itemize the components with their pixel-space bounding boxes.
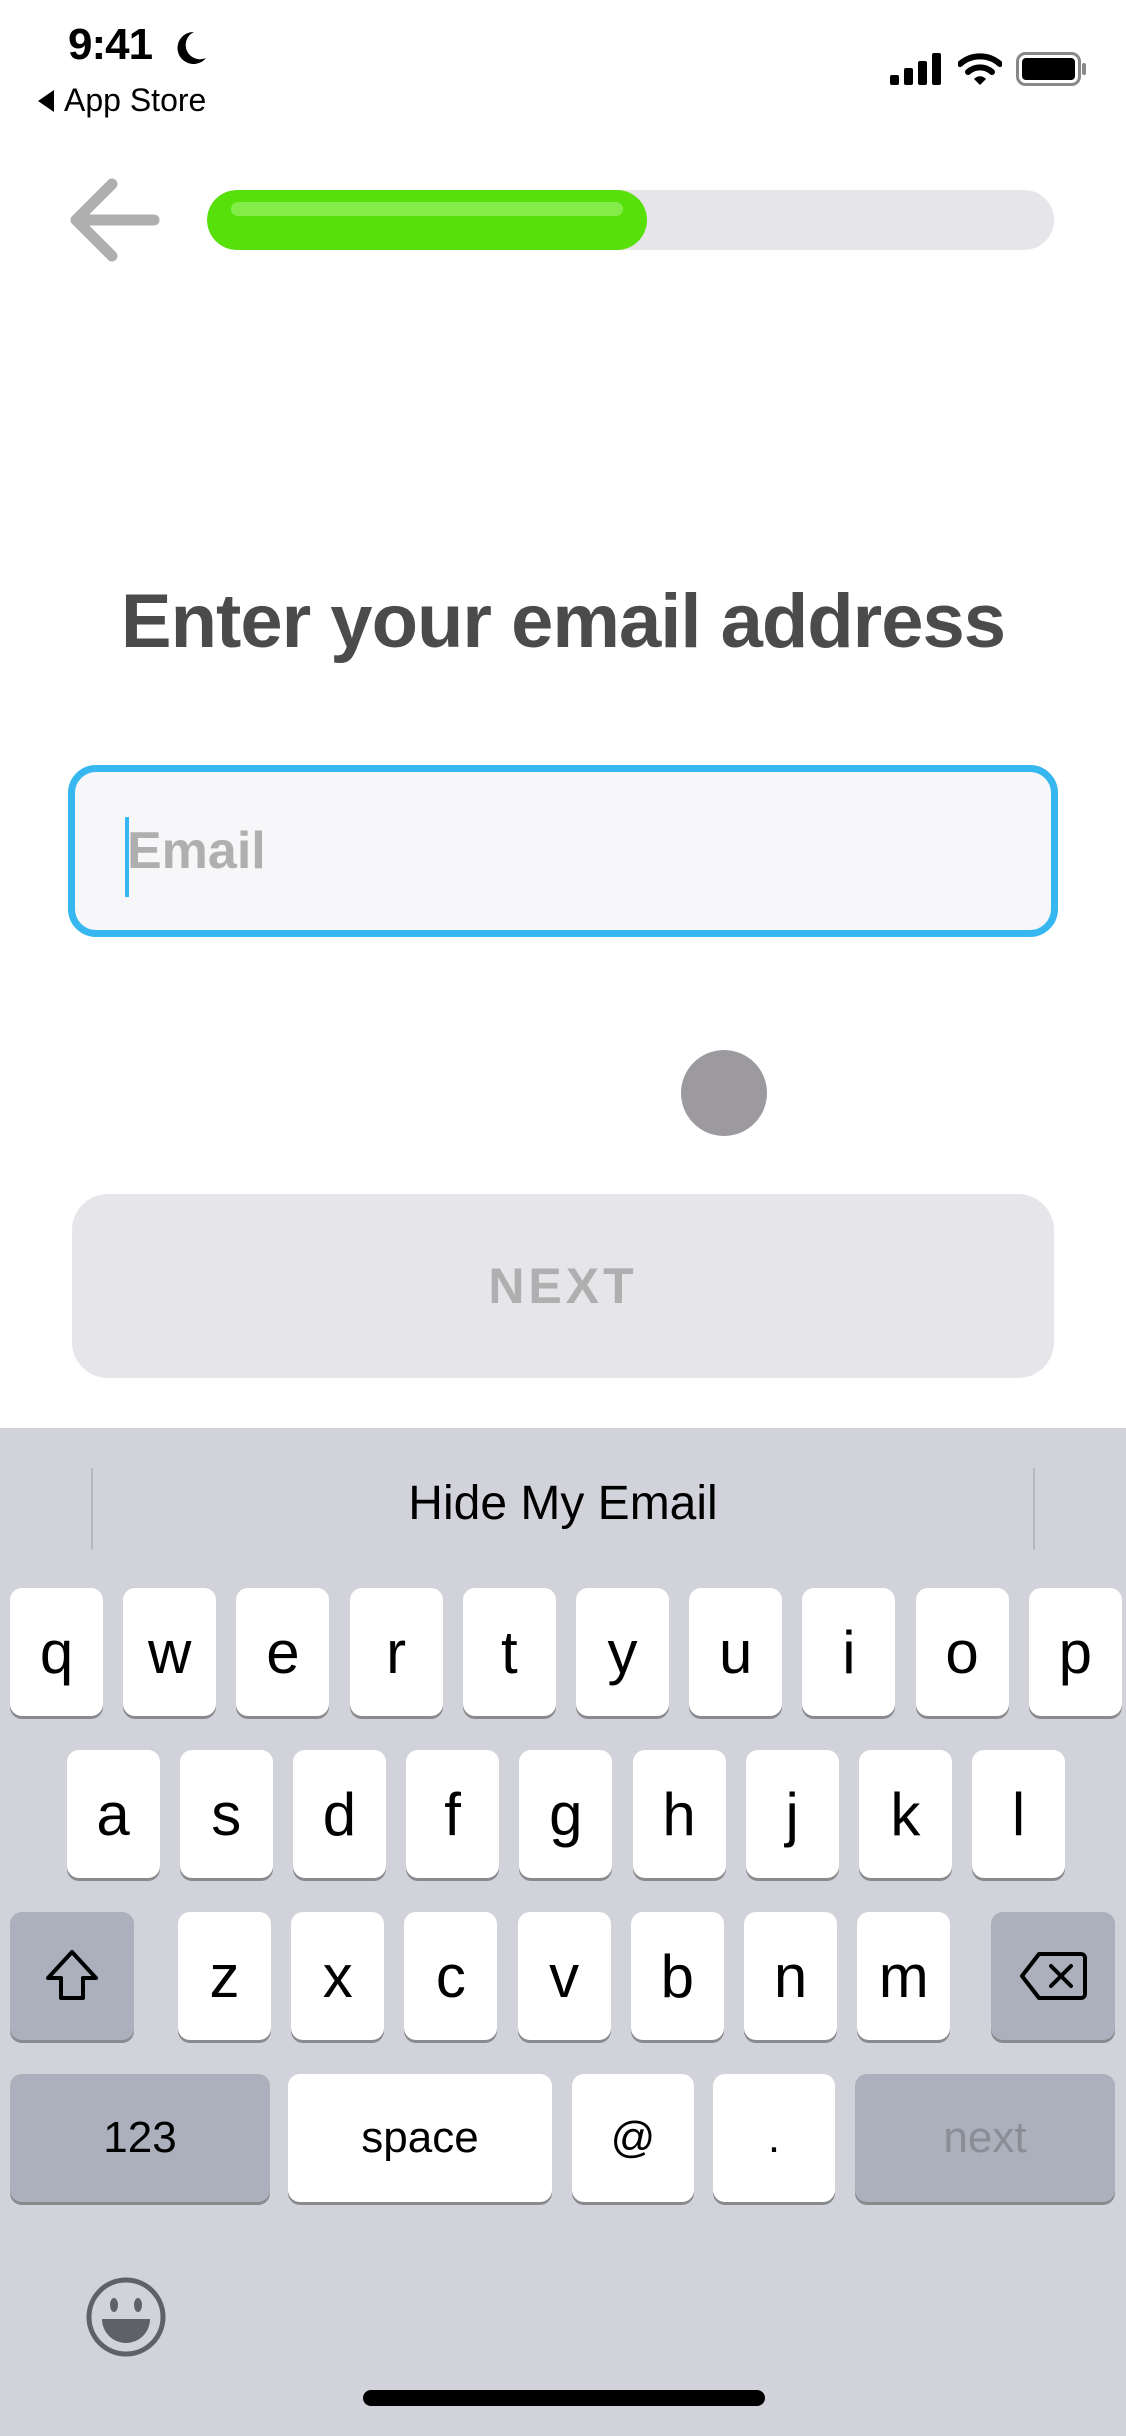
key-u[interactable]: u — [689, 1588, 783, 1716]
key-d[interactable]: d — [292, 1750, 386, 1878]
key-a[interactable]: a — [66, 1750, 160, 1878]
shift-icon — [46, 1950, 98, 2000]
key-m[interactable]: m — [857, 1912, 951, 2040]
moon-icon — [177, 31, 206, 64]
key-l[interactable]: l — [972, 1750, 1066, 1878]
suggestion-divider — [1033, 1468, 1035, 1550]
key-b[interactable]: b — [630, 1912, 724, 2040]
key-c[interactable]: c — [404, 1912, 498, 2040]
key-i[interactable]: i — [802, 1588, 896, 1716]
status-indicators — [890, 52, 1088, 86]
key-z[interactable]: z — [178, 1912, 271, 2040]
numbers-key[interactable]: 123 — [10, 2074, 270, 2202]
delete-backspace-icon — [1020, 1952, 1087, 2000]
key-h[interactable]: h — [632, 1750, 726, 1878]
key-f[interactable]: f — [406, 1750, 500, 1878]
home-indicator — [363, 2390, 765, 2406]
key-r[interactable]: r — [349, 1588, 443, 1716]
key-k[interactable]: k — [858, 1750, 952, 1878]
key-g[interactable]: g — [519, 1750, 613, 1878]
progress-fill — [207, 190, 647, 250]
key-x[interactable]: x — [291, 1912, 385, 2040]
key-y[interactable]: y — [576, 1588, 669, 1716]
emoji-smile-icon[interactable] — [84, 2275, 168, 2359]
return-next-key[interactable]: next — [855, 2074, 1115, 2202]
cellular-signal-icon — [890, 53, 941, 85]
key-o[interactable]: o — [915, 1588, 1009, 1716]
back-triangle-icon — [38, 89, 54, 112]
email-input[interactable] — [127, 772, 1027, 930]
page-title: Enter your email address — [120, 579, 1006, 664]
battery-icon — [1016, 52, 1086, 86]
key-q[interactable]: q — [10, 1588, 103, 1716]
key-p[interactable]: p — [1028, 1588, 1122, 1716]
status-time: 9:41 — [68, 20, 153, 69]
key-e[interactable]: e — [236, 1588, 330, 1716]
next-button[interactable]: NEXT — [72, 1194, 1054, 1378]
key-w[interactable]: w — [123, 1588, 217, 1716]
back-to-app-store[interactable]: App Store — [38, 82, 206, 119]
key-v[interactable]: v — [517, 1912, 611, 2040]
touch-indicator — [681, 1050, 767, 1136]
keyboard: Hide My Email qwertyuiop asdfghjkl zxcvbnm… — [0, 1428, 1126, 2436]
key-n[interactable]: n — [744, 1912, 837, 2040]
suggestion-bar: Hide My Email — [0, 1428, 1126, 1578]
email-field-container[interactable] — [68, 765, 1058, 937]
shift-key[interactable] — [10, 1912, 134, 2040]
progress-bar — [207, 190, 1054, 250]
dot-key[interactable]: . — [713, 2074, 835, 2202]
suggestion-hide-my-email[interactable]: Hide My Email — [0, 1476, 1126, 1531]
delete-key[interactable] — [991, 1912, 1115, 2040]
progress-shine — [231, 202, 623, 216]
wifi-icon — [958, 53, 1002, 85]
back-app-label: App Store — [64, 82, 207, 118]
key-s[interactable]: s — [179, 1750, 273, 1878]
at-key[interactable]: @ — [572, 2074, 694, 2202]
key-j[interactable]: j — [745, 1750, 839, 1878]
key-t[interactable]: t — [462, 1588, 556, 1716]
screen: 9:41 App Store Enter your email address … — [0, 0, 1126, 2436]
arrow-left-icon[interactable] — [66, 176, 162, 264]
space-key[interactable]: space — [288, 2074, 552, 2202]
